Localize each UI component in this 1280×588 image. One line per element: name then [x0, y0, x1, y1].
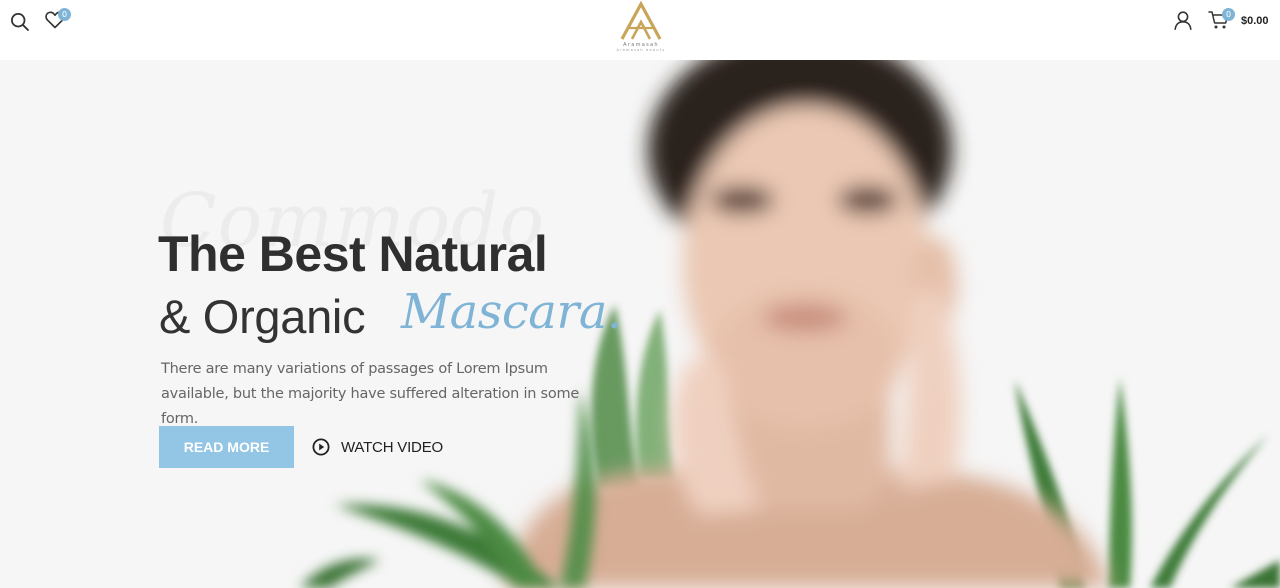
read-more-button[interactable]: READ MORE: [159, 426, 294, 468]
watch-video-button[interactable]: WATCH VIDEO: [312, 436, 443, 458]
hero-banner: Commodo The Best Natural & Organic Masca…: [0, 60, 1280, 588]
logo-mark-icon: [620, 1, 662, 40]
logo-tagline: Aramasah beauty: [616, 48, 666, 52]
hero-headline-script: Mascara.: [401, 284, 622, 340]
search-icon[interactable]: [8, 10, 32, 34]
play-icon: [312, 438, 330, 456]
account-button[interactable]: [1171, 10, 1195, 34]
cart-total[interactable]: $0.00: [1241, 15, 1269, 27]
hero-headline-line2: & Organic: [159, 290, 366, 343]
brand-logo[interactable]: Aramasah Aramasah beauty: [610, 0, 672, 58]
wishlist-count-badge: 0: [58, 8, 71, 21]
watch-video-label: WATCH VIDEO: [341, 438, 443, 456]
cart-count-badge: 0: [1222, 8, 1235, 21]
hero-headline-line1: The Best Natural: [158, 226, 548, 282]
hero-description: There are many variations of passages of…: [161, 361, 580, 427]
user-icon: [1173, 10, 1193, 35]
site-header: 0 Aramasah Aramasah beauty 0 $0.00: [0, 0, 1280, 60]
